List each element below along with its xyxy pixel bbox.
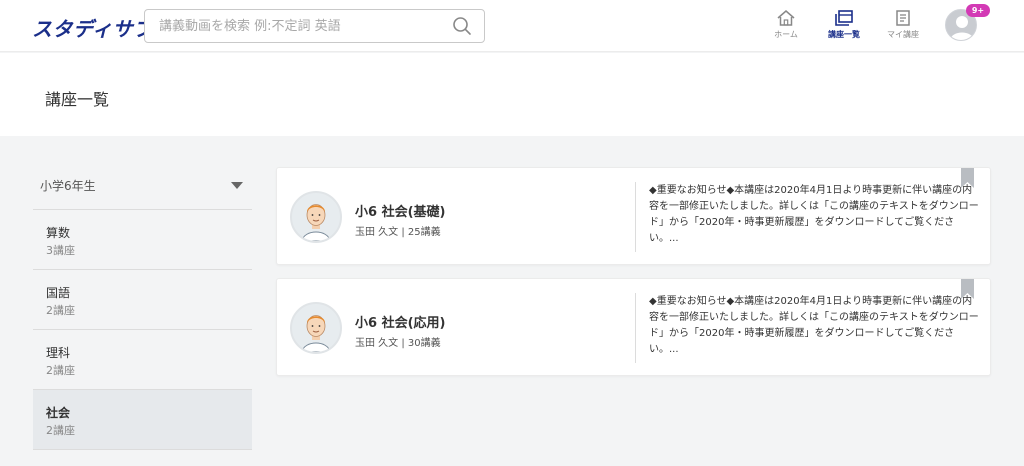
bookmark-icon[interactable]	[961, 168, 974, 188]
course-list-icon	[835, 10, 853, 26]
teacher-illustration-icon	[301, 204, 331, 241]
subject-name: 算数	[46, 226, 71, 240]
search-box[interactable]	[144, 9, 485, 43]
course-title[interactable]: 小6 社会(応用)	[355, 312, 445, 331]
course-card[interactable]: 小6 社会(基礎) 玉田 久文 | 25講義 ◆重要なお知らせ◆本講座は2020…	[276, 167, 991, 265]
search-input[interactable]	[145, 10, 445, 42]
course-notice: ◆重要なお知らせ◆本講座は2020年4月1日より時事更新に伴い講座の内容を一部修…	[649, 296, 979, 355]
subject-count: 2講座	[46, 424, 75, 437]
sidebar-item-math[interactable]: 算数 3講座	[33, 210, 252, 270]
course-card[interactable]: 小6 社会(応用) 玉田 久文 | 30講義 ◆重要なお知らせ◆本講座は2020…	[276, 278, 991, 376]
subject-sidebar: 小学6年生 算数 3講座 国語 2講座 理科 2講座 社会 2講座	[33, 162, 252, 450]
nav-course-list[interactable]: 講座一覧	[816, 9, 872, 45]
subject-count: 2講座	[46, 364, 75, 377]
course-notice: ◆重要なお知らせ◆本講座は2020年4月1日より時事更新に伴い講座の内容を一部修…	[649, 185, 979, 244]
nav-course-list-label: 講座一覧	[828, 30, 860, 39]
course-meta: 玉田 久文 | 25講義	[355, 227, 441, 238]
sidebar-item-japanese[interactable]: 国語 2講座	[33, 270, 252, 330]
search-icon[interactable]	[452, 16, 472, 36]
nav-my-course-label: マイ講座	[887, 30, 919, 39]
nav-home-label: ホーム	[774, 30, 798, 39]
course-meta: 玉田 久文 | 30講義	[355, 338, 441, 349]
subject-name: 理科	[46, 346, 71, 360]
subject-count: 2講座	[46, 304, 75, 317]
home-icon	[777, 10, 795, 26]
my-course-icon	[896, 10, 910, 26]
teacher-avatar	[290, 302, 342, 354]
card-divider	[635, 293, 636, 363]
subject-count: 3講座	[46, 244, 75, 257]
nav-my-course[interactable]: マイ講座	[875, 9, 931, 45]
teacher-illustration-icon	[301, 315, 331, 352]
teacher-avatar	[290, 191, 342, 243]
grade-selected-value: 小学6年生	[40, 179, 96, 193]
chevron-down-icon	[231, 182, 243, 189]
notification-badge[interactable]: 9+	[966, 4, 990, 17]
page-title-band: 講座一覧	[0, 53, 1024, 136]
subject-name: 社会	[46, 406, 71, 420]
page-title: 講座一覧	[45, 90, 110, 109]
course-title[interactable]: 小6 社会(基礎)	[355, 201, 445, 220]
card-divider	[635, 182, 636, 252]
grade-dropdown[interactable]: 小学6年生	[33, 162, 252, 210]
top-header: スタディサプリ ホーム 講座一覧 マイ講座	[0, 0, 1024, 52]
nav-home[interactable]: ホーム	[758, 9, 814, 45]
sidebar-item-science[interactable]: 理科 2講座	[33, 330, 252, 390]
bookmark-icon[interactable]	[961, 279, 974, 299]
subject-name: 国語	[46, 286, 71, 300]
sidebar-item-social-studies[interactable]: 社会 2講座	[33, 390, 252, 450]
